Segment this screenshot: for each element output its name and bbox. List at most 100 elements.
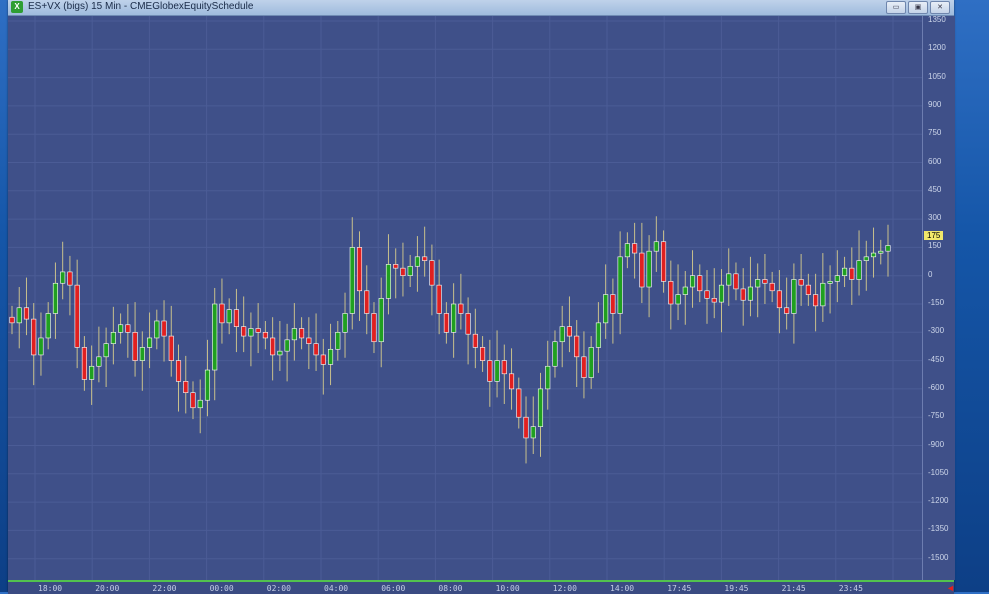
- candle-down: [74, 284, 80, 348]
- y-axis-label: -750: [928, 411, 945, 421]
- y-axis-label: 1050: [928, 71, 946, 81]
- candle-up: [378, 298, 384, 343]
- candle-up: [349, 247, 355, 314]
- candle-up: [718, 284, 725, 303]
- y-axis-label: 1350: [928, 15, 946, 24]
- candle-down: [805, 284, 811, 295]
- candle-down: [639, 252, 645, 288]
- window-title: ES+VX (bigs) 15 Min - CMEGlobexEquitySch…: [28, 1, 254, 12]
- candle-down: [776, 290, 782, 309]
- candle-down: [668, 281, 674, 305]
- candle-down: [364, 290, 370, 314]
- candle-down: [125, 324, 131, 333]
- candle-up: [820, 282, 826, 307]
- candle-down: [356, 247, 363, 292]
- candle-down: [762, 279, 768, 284]
- candle-up: [682, 286, 688, 295]
- current-price-tag: 175: [924, 231, 944, 240]
- candle-up: [791, 279, 797, 314]
- candle-down: [23, 307, 30, 320]
- candle-up: [863, 256, 869, 261]
- y-axis-label: -1500: [928, 552, 949, 562]
- candle-up: [595, 322, 601, 348]
- candlestick-chart: [8, 16, 922, 580]
- candle-up: [856, 260, 862, 280]
- candle-up: [755, 279, 761, 288]
- candle-down: [480, 347, 486, 361]
- candle-up: [110, 331, 116, 344]
- candle-up: [147, 337, 153, 348]
- candle-down: [422, 256, 428, 261]
- candle-up: [689, 275, 696, 288]
- y-axis-label: 450: [928, 184, 942, 194]
- candle-up: [726, 273, 732, 286]
- candle-down: [472, 333, 478, 348]
- candle-up: [870, 252, 877, 258]
- price-chart[interactable]: [8, 16, 922, 580]
- candle-down: [697, 275, 703, 292]
- candle-up: [60, 271, 66, 284]
- candle-down: [241, 326, 247, 337]
- candle-up: [212, 303, 218, 371]
- candle-up: [342, 313, 348, 333]
- candle-down: [31, 318, 37, 356]
- candle-up: [96, 356, 102, 367]
- candle-up: [226, 309, 232, 324]
- candle-down: [443, 313, 449, 333]
- minimize-icon[interactable]: ▭: [886, 1, 906, 14]
- candle-down: [704, 290, 710, 299]
- candle-up: [552, 341, 558, 367]
- candle-down: [320, 354, 326, 365]
- y-axis-label: -150: [928, 298, 945, 307]
- candle-up: [624, 243, 630, 258]
- candle-up: [545, 365, 551, 390]
- candle-down: [270, 337, 276, 356]
- y-axis-label: 900: [928, 99, 942, 109]
- candle-up: [530, 426, 536, 439]
- candle-up: [291, 328, 297, 341]
- candle-down: [429, 260, 435, 286]
- candle-up: [747, 286, 753, 301]
- y-axis-label: 600: [928, 156, 942, 166]
- title-bar[interactable]: X ES+VX (bigs) 15 Min - CMEGlobexEquityS…: [8, 0, 954, 16]
- candle-down: [436, 284, 442, 314]
- candle-down: [400, 267, 406, 277]
- candle-down: [371, 313, 377, 343]
- candle-down: [661, 241, 667, 282]
- candle-down: [161, 320, 167, 337]
- candle-up: [139, 347, 145, 361]
- candle-up: [89, 365, 95, 380]
- candle-down: [175, 360, 182, 382]
- candle-up: [842, 267, 848, 277]
- y-axis-label: -1050: [928, 467, 949, 477]
- candle-up: [385, 264, 392, 299]
- close-icon[interactable]: ✕: [930, 1, 950, 14]
- y-axis-label: -600: [928, 382, 945, 392]
- candle-up: [45, 313, 51, 339]
- candle-up: [16, 307, 22, 324]
- candle-down: [306, 337, 312, 344]
- candle-down: [566, 326, 572, 337]
- candle-down: [523, 416, 529, 439]
- candle-down: [219, 303, 225, 324]
- candle-down: [813, 294, 819, 307]
- restore-icon[interactable]: ▣: [908, 1, 928, 14]
- candle-up: [248, 328, 254, 337]
- candle-down: [733, 273, 739, 290]
- candle-down: [798, 279, 804, 286]
- candle-down: [313, 343, 319, 356]
- candle-up: [675, 294, 681, 305]
- candle-down: [9, 316, 15, 324]
- y-axis-label: -900: [928, 439, 945, 449]
- candle-down: [132, 331, 138, 361]
- candle-down: [711, 298, 717, 303]
- candle-down: [190, 392, 196, 409]
- candle-up: [559, 326, 565, 343]
- candle-down: [610, 294, 616, 314]
- y-axis-label: 750: [928, 128, 942, 138]
- candle-down: [769, 282, 775, 292]
- candle-up: [617, 256, 623, 314]
- y-axis-label: -1200: [928, 496, 949, 506]
- candle-up: [38, 337, 44, 356]
- y-axis-label: -300: [928, 326, 945, 336]
